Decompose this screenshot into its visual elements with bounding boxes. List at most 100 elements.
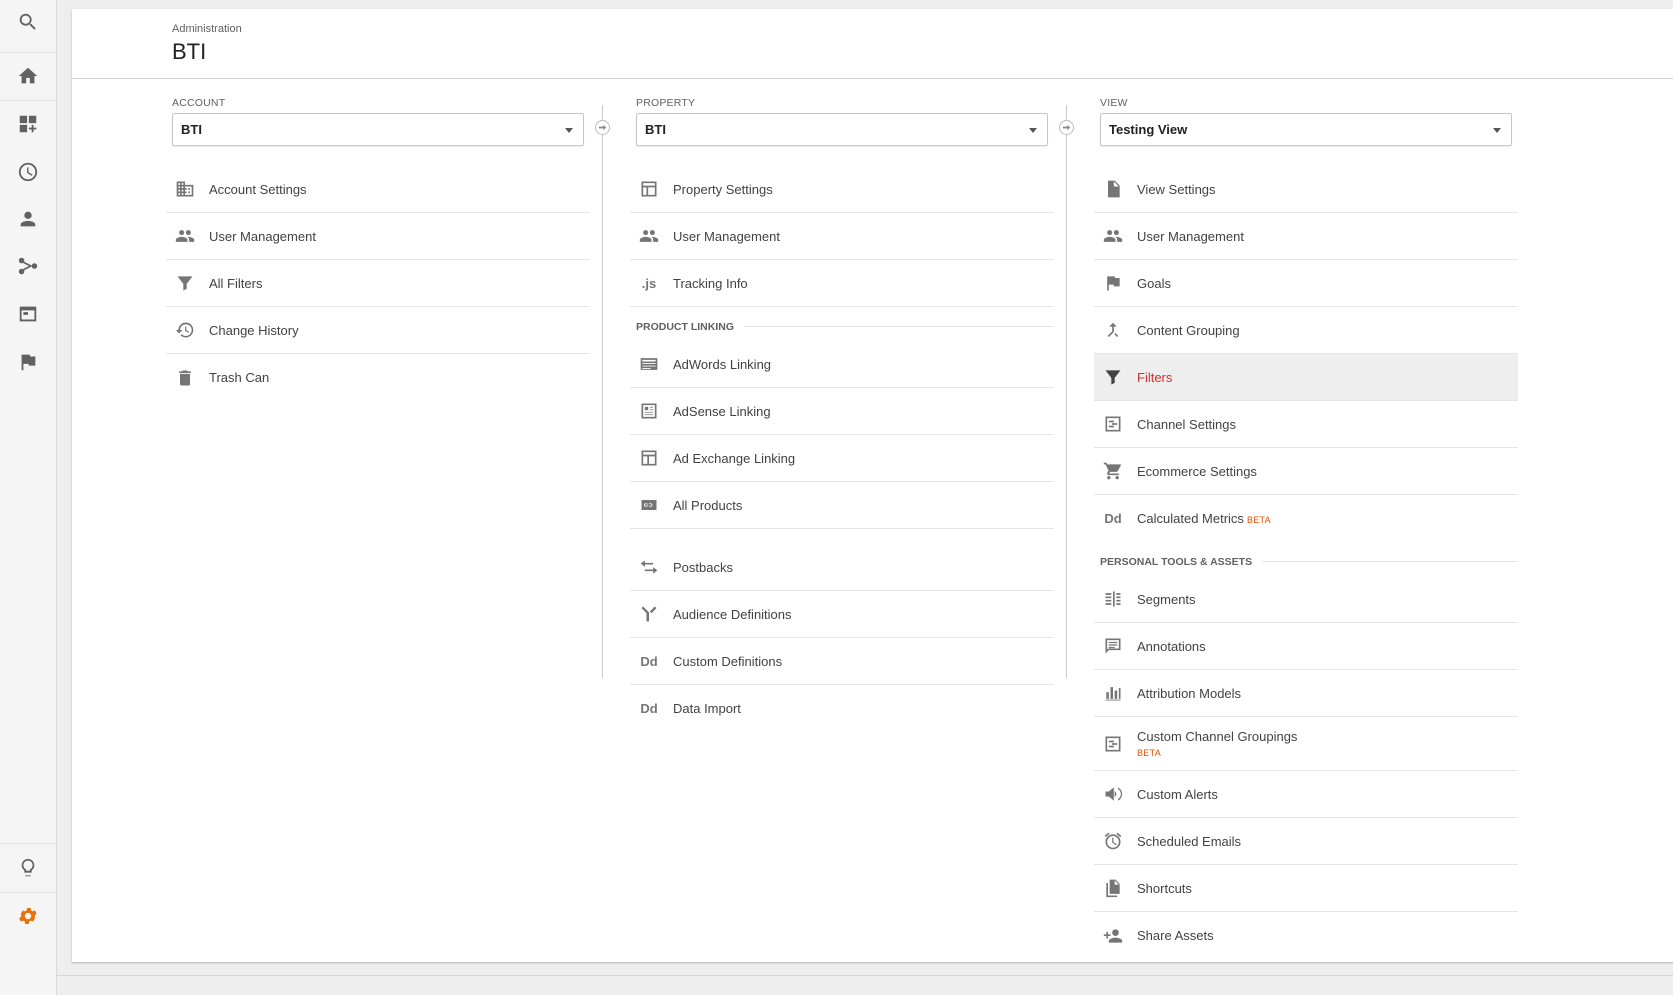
home-icon[interactable] <box>0 54 56 98</box>
menu-item-ad-exchange-linking[interactable]: Ad Exchange Linking <box>630 435 1054 482</box>
menu-item-ecommerce-settings[interactable]: Ecommerce Settings <box>1094 448 1518 495</box>
menu-item-all-filters[interactable]: All Filters <box>166 260 590 307</box>
glyph: Dd <box>640 653 658 669</box>
menu-item-tracking-info[interactable]: .js Tracking Info <box>630 260 1054 307</box>
personal-tools-heading-label: PERSONAL TOOLS & ASSETS <box>1100 556 1263 568</box>
glyph: Dd <box>640 701 658 716</box>
property-selector[interactable]: BTI <box>636 113 1048 146</box>
menu-item-label: Attribution Models <box>1137 685 1242 701</box>
adexchange-icon <box>638 447 660 469</box>
segments-icon <box>1102 588 1124 610</box>
megaphone-icon <box>1102 783 1124 805</box>
search-icon[interactable] <box>0 0 56 44</box>
property-menu: Property Settings User Management .js Track… <box>630 166 1054 732</box>
people-icon <box>174 225 196 247</box>
person-add-icon <box>1102 925 1124 947</box>
dropdown-caret-icon <box>565 128 573 133</box>
account-selector[interactable]: BTI <box>172 113 584 146</box>
realtime-clock-icon[interactable] <box>0 150 56 194</box>
column-divider <box>1066 105 1067 678</box>
menu-item-audience-definitions[interactable]: Audience Definitions <box>630 591 1054 638</box>
menu-item-adsense-linking[interactable]: AdSense Linking <box>630 388 1054 435</box>
account-menu: Account Settings User Management All Filte… <box>166 166 590 401</box>
menu-item-label: AdSense Linking <box>673 403 771 419</box>
menu-item-user-management[interactable]: User Management <box>166 213 590 260</box>
menu-item-all-products[interactable]: All Products <box>630 482 1054 529</box>
dropdown-caret-icon <box>1493 128 1501 133</box>
fork-icon <box>638 603 660 625</box>
beta-badge: BETA <box>1137 748 1162 758</box>
beta-badge: BETA <box>1246 514 1271 525</box>
menu-item-segments[interactable]: Segments <box>1094 576 1518 623</box>
menu-item-label: Custom Channel Groupings <box>1137 729 1298 744</box>
menu-item-property-settings[interactable]: Property Settings <box>630 166 1054 213</box>
dd-icon: Dd <box>638 698 660 720</box>
conversions-flag-icon[interactable] <box>0 340 56 384</box>
arrow-right-circle-icon <box>1059 120 1074 135</box>
menu-item-label: Custom Definitions <box>673 653 783 669</box>
menu-item-label: Scheduled Emails <box>1137 833 1242 849</box>
menu-item-user-management[interactable]: User Management <box>1094 213 1518 260</box>
menu-item-custom-alerts[interactable]: Custom Alerts <box>1094 771 1518 818</box>
history-icon <box>174 319 196 341</box>
menu-item-calculated-metrics[interactable]: Dd Calculated Metrics BETA <box>1094 495 1518 542</box>
menu-item-label: User Management <box>673 228 780 244</box>
menu-item-annotations[interactable]: Annotations <box>1094 623 1518 670</box>
glyph: Dd <box>1104 511 1122 526</box>
customization-icon[interactable] <box>0 102 56 146</box>
behavior-icon[interactable] <box>0 292 56 336</box>
adwords-icon <box>638 353 660 375</box>
page-header: Administration BTI <box>72 9 1673 79</box>
menu-item-user-management[interactable]: User Management <box>630 213 1054 260</box>
menu-item-custom-channel-groupings[interactable]: Custom Channel Groupings BETA <box>1094 717 1518 771</box>
breadcrumb: Administration <box>172 23 242 35</box>
menu-item-label: Change History <box>209 322 299 338</box>
menu-item-change-history[interactable]: Change History <box>166 307 590 354</box>
menu-item-label: Share Assets <box>1137 928 1214 943</box>
dd-icon: Dd <box>1102 508 1124 530</box>
filter-icon <box>174 272 196 294</box>
merge-icon <box>1102 319 1124 341</box>
view-label: VIEW <box>1100 97 1128 109</box>
menu-item-goals[interactable]: Goals <box>1094 260 1518 307</box>
view-selected-value: Testing View <box>1109 122 1188 137</box>
menu-item-channel-settings[interactable]: Channel Settings <box>1094 401 1518 448</box>
file-icon <box>1102 178 1124 200</box>
menu-item-label: Filters <box>1137 369 1173 385</box>
admin-gear-icon[interactable] <box>0 894 56 938</box>
menu-item-label: Trash Can <box>209 370 270 385</box>
property-label: PROPERTY <box>636 97 696 109</box>
people-icon <box>1102 225 1124 247</box>
property-selected-value: BTI <box>645 122 666 137</box>
menu-item-shortcuts[interactable]: Shortcuts <box>1094 865 1518 912</box>
menu-item-label: User Management <box>1137 228 1244 244</box>
menu-item-label: AdWords Linking <box>673 356 772 372</box>
view-selector[interactable]: Testing View <box>1100 113 1512 146</box>
channel-icon <box>1102 733 1124 755</box>
view-column: VIEW Testing View View Settings User Mana… <box>1094 97 1525 959</box>
menu-item-content-grouping[interactable]: Content Grouping <box>1094 307 1518 354</box>
menu-item-postbacks[interactable]: Postbacks <box>630 544 1054 591</box>
menu-item-attribution-models[interactable]: Attribution Models <box>1094 670 1518 717</box>
property-column: PROPERTY BTI Property Settings User Manag… <box>630 97 1061 732</box>
menu-item-custom-definitions[interactable]: Dd Custom Definitions <box>630 638 1054 685</box>
menu-item-view-settings[interactable]: View Settings <box>1094 166 1518 213</box>
menu-item-account-settings[interactable]: Account Settings <box>166 166 590 213</box>
filter-icon <box>1102 366 1124 388</box>
lightbulb-icon[interactable] <box>0 846 56 890</box>
menu-item-trash-can[interactable]: Trash Can <box>166 354 590 401</box>
menu-item-label: Content Grouping <box>1137 322 1240 338</box>
acquisition-icon[interactable] <box>0 244 56 288</box>
menu-item-adwords-linking[interactable]: AdWords Linking <box>630 341 1054 388</box>
menu-item-filters[interactable]: Filters <box>1094 354 1518 401</box>
column-divider <box>602 105 603 678</box>
menu-item-scheduled-emails[interactable]: Scheduled Emails <box>1094 818 1518 865</box>
product-linking-heading-label: PRODUCT LINKING <box>636 321 744 333</box>
menu-item-data-import[interactable]: Dd Data Import <box>630 685 1054 732</box>
admin-card: Administration BTI ACCOUNT BTI Account S… <box>72 9 1673 962</box>
audience-person-icon[interactable] <box>0 197 56 241</box>
view-menu: View Settings User Management Goals Content… <box>1094 166 1518 959</box>
account-label: ACCOUNT <box>172 97 226 109</box>
menu-item-share-assets[interactable]: Share Assets <box>1094 912 1518 959</box>
